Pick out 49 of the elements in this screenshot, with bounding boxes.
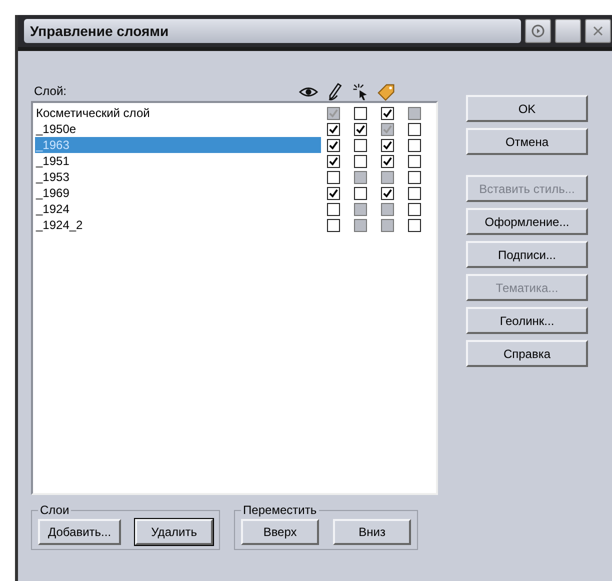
- checkbox[interactable]: [381, 138, 394, 152]
- layer-item[interactable]: _1951: [35, 153, 321, 169]
- close-button[interactable]: [585, 19, 611, 43]
- checkbox[interactable]: [408, 170, 421, 184]
- checkbox[interactable]: [327, 218, 340, 232]
- checkbox[interactable]: [354, 138, 367, 152]
- dialog-button[interactable]: Геолинк...: [466, 307, 588, 334]
- group-title: Слои: [39, 503, 70, 517]
- action-button[interactable]: Добавить...: [38, 519, 122, 545]
- checkbox[interactable]: [408, 122, 421, 136]
- layer-item[interactable]: _1969: [35, 185, 321, 201]
- layer-item[interactable]: _1950e: [35, 121, 321, 137]
- minimize-button[interactable]: [555, 19, 581, 43]
- checkbox[interactable]: [408, 138, 421, 152]
- checkbox[interactable]: [354, 154, 367, 168]
- checkbox[interactable]: [327, 154, 340, 168]
- layer-item[interactable]: _1953: [35, 169, 321, 185]
- layer-item[interactable]: _1924: [35, 201, 321, 217]
- layer-item[interactable]: Косметический слой: [35, 105, 321, 121]
- checkbox[interactable]: [354, 186, 367, 200]
- dialog-button[interactable]: Отмена: [466, 128, 588, 155]
- dialog-button[interactable]: Подписи...: [466, 241, 588, 268]
- checkbox[interactable]: [327, 202, 340, 216]
- action-button[interactable]: Удалить: [135, 519, 214, 545]
- layer-item[interactable]: _1924_2: [35, 217, 321, 233]
- checkbox[interactable]: [327, 170, 340, 184]
- checkbox[interactable]: [381, 154, 394, 168]
- checkbox[interactable]: [327, 122, 340, 136]
- checkbox[interactable]: [354, 106, 367, 120]
- checkbox[interactable]: [408, 218, 421, 232]
- action-button[interactable]: Вверх: [241, 519, 320, 545]
- checkbox[interactable]: [327, 186, 340, 200]
- window-title: Управление слоями: [24, 19, 521, 43]
- checkbox[interactable]: [408, 202, 421, 216]
- checkbox[interactable]: [381, 186, 394, 200]
- checkbox[interactable]: [327, 138, 340, 152]
- checkbox[interactable]: [354, 122, 367, 136]
- checkbox[interactable]: [408, 154, 421, 168]
- close-icon: [592, 25, 604, 37]
- group-title: Переместить: [242, 503, 318, 517]
- checkbox[interactable]: [408, 186, 421, 200]
- help-button[interactable]: [525, 19, 551, 43]
- checkbox[interactable]: [381, 106, 394, 120]
- layer-label: Слой:: [33, 84, 68, 100]
- dialog-button[interactable]: OK: [466, 95, 588, 122]
- dialog-button[interactable]: Справка: [466, 340, 588, 367]
- action-button[interactable]: Вниз: [333, 519, 412, 545]
- dialog-button[interactable]: Оформление...: [466, 208, 588, 235]
- circle-icon: [531, 24, 545, 38]
